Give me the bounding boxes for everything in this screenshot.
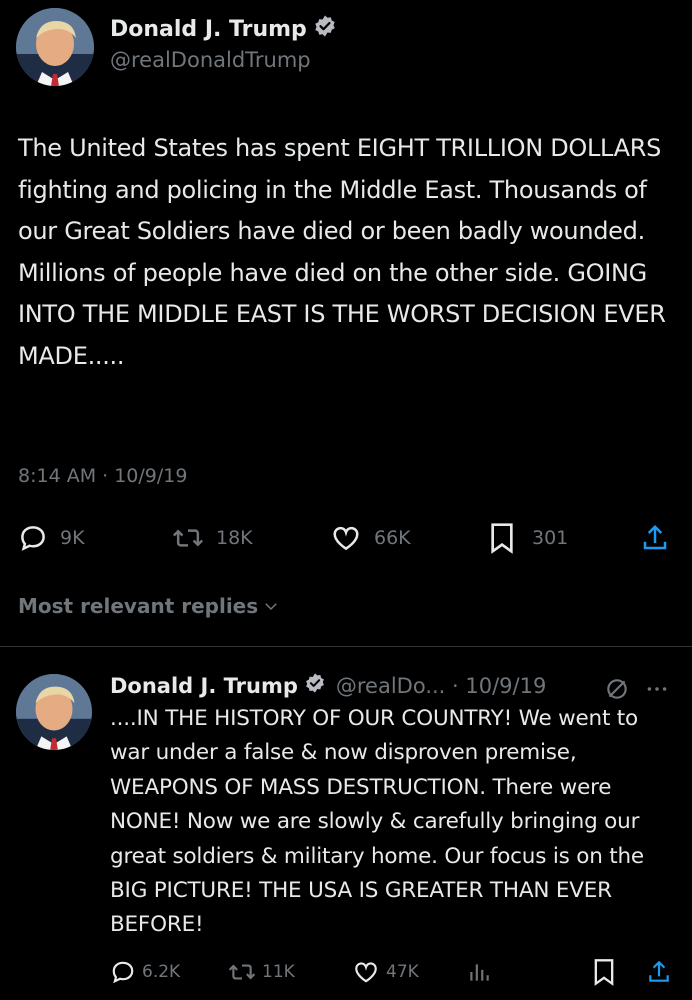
analytics-icon (470, 964, 489, 981)
like-count: 66K (374, 527, 411, 549)
share-icon (643, 524, 667, 550)
reply-author-row: Donald J. Trump @realDo... · 10/9/19 (110, 672, 546, 699)
verified-badge-icon[interactable] (304, 672, 326, 699)
tweet-text: The United States has spent EIGHT TRILLI… (18, 134, 666, 370)
reply-retweet-button[interactable]: 11K (228, 955, 295, 989)
divider (0, 646, 692, 647)
tweet-timestamp[interactable]: 8:14 AM · 10/9/19 (18, 465, 187, 487)
bookmark-button[interactable]: 301 (488, 516, 568, 560)
reply-reply-button[interactable]: 6.2K (110, 955, 180, 989)
share-icon (649, 960, 669, 982)
reply-like-count: 47K (386, 962, 419, 982)
reply-count: 9K (60, 527, 85, 549)
reply-share-button[interactable] (646, 955, 672, 989)
tweet-action-bar: 9K 18K 66K 301 (0, 516, 692, 560)
reply-bookmark-button[interactable] (592, 955, 616, 989)
heart-icon (355, 962, 377, 983)
reply-like-button[interactable]: 47K (352, 955, 419, 989)
profile-photo-icon (16, 674, 92, 750)
reply-button[interactable]: 9K (18, 516, 85, 560)
replies-sort-label: Most relevant replies (18, 594, 259, 618)
profile-photo-icon (16, 8, 94, 86)
reply-icon (112, 961, 134, 984)
reply-action-bar: 6.2K 11K 47K (0, 955, 692, 989)
replies-sort-dropdown[interactable]: Most relevant replies (18, 594, 280, 618)
heart-icon (333, 526, 359, 551)
bookmark-count: 301 (532, 527, 569, 549)
retweet-count: 18K (216, 527, 253, 549)
author-name-row: Donald J. Trump (110, 14, 337, 44)
reply-author-name[interactable]: Donald J. Trump (110, 674, 298, 698)
retweet-button[interactable]: 18K (172, 516, 253, 560)
reply-analytics-button[interactable] (466, 955, 492, 989)
grok-icon[interactable] (604, 676, 630, 702)
author-handle[interactable]: @realDonaldTrump (110, 48, 311, 72)
reply-reply-count: 6.2K (142, 962, 181, 982)
bookmark-icon (491, 523, 513, 554)
reply-author-avatar[interactable] (16, 674, 92, 750)
reply-retweet-count: 11K (262, 962, 295, 982)
share-button[interactable] (640, 516, 670, 560)
more-options-icon[interactable] (644, 676, 670, 702)
author-name[interactable]: Donald J. Trump (110, 17, 307, 42)
chevron-down-icon (265, 603, 277, 611)
reply-icon (21, 526, 45, 551)
bookmark-icon (594, 959, 614, 986)
verified-badge-icon[interactable] (313, 14, 337, 44)
retweet-icon (228, 964, 256, 980)
reply-text: ....IN THE HISTORY OF OUR COUNTRY! We we… (110, 706, 644, 938)
author-avatar[interactable] (16, 8, 94, 86)
reply-handle-date[interactable]: @realDo... · 10/9/19 (336, 674, 546, 698)
like-button[interactable]: 66K (330, 516, 411, 560)
reply-top-icons (604, 676, 670, 702)
retweet-icon (172, 529, 204, 547)
